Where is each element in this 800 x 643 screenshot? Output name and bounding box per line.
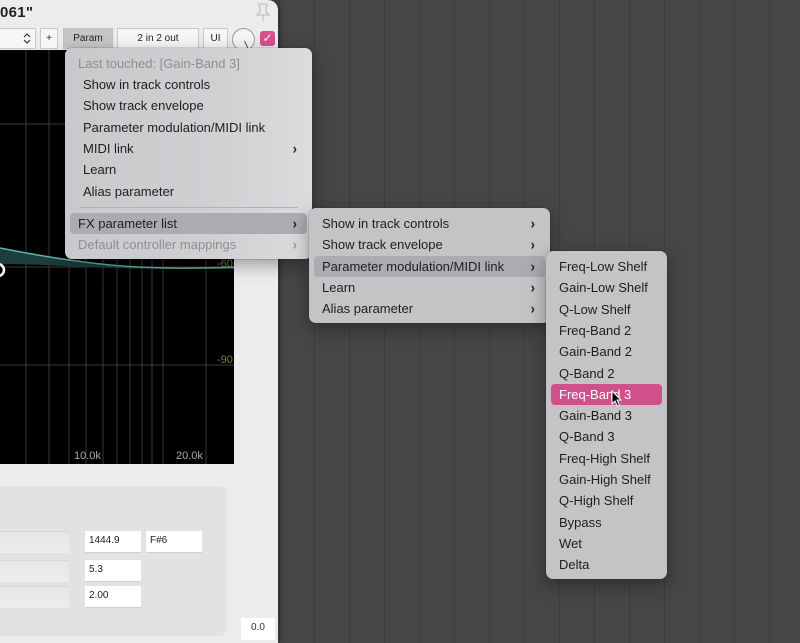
menu-item-label: Show track envelope	[83, 98, 204, 113]
gain-slider[interactable]	[0, 560, 69, 582]
band-controls-panel: 1444.9 F#6 5.3 2.00	[0, 486, 227, 636]
x-tick-label: 20.0k	[176, 450, 203, 462]
pin-icon[interactable]	[254, 2, 272, 22]
menu-item-label: Gain-High Shelf	[559, 472, 651, 487]
menu-separator	[79, 207, 298, 208]
param-list-item[interactable]: Freq-High Shelf	[551, 448, 662, 469]
menu-item-label: Parameter modulation/MIDI link	[83, 120, 266, 135]
mouse-cursor-icon	[611, 390, 623, 408]
menu-header-last-touched: Last touched: [Gain-Band 3]	[78, 56, 240, 71]
chevron-right-icon: ›	[530, 279, 535, 296]
chevron-right-icon: ›	[292, 140, 297, 157]
y-tick-label: -90	[217, 354, 233, 366]
param-list-item[interactable]: Delta	[551, 554, 662, 575]
menu-item-label: Alias parameter	[322, 301, 414, 316]
param-list-item[interactable]: Freq-Band 3	[551, 383, 662, 405]
menu-item-label: Gain-Band 3	[559, 408, 632, 424]
fx-parameter-list-submenu: Show in track controls › Show track envel…	[309, 208, 550, 323]
menu-item-show-track-envelope[interactable]: Show track envelope	[70, 95, 307, 116]
menu-item-label: Alias parameter	[83, 184, 175, 199]
param-list-item[interactable]: Gain-High Shelf	[551, 469, 662, 490]
fx-toolbar: + Param 2 in 2 out UI ✓	[0, 28, 278, 51]
menu-item-label: Q-High Shelf	[559, 493, 634, 509]
menu-item-fx-parameter-list[interactable]: FX parameter list ›	[70, 213, 307, 234]
chevron-right-icon: ›	[530, 236, 535, 253]
gain-value-field[interactable]: 5.3	[85, 560, 141, 582]
menu-item-alias-parameter[interactable]: Alias parameter	[70, 181, 307, 202]
chevron-right-icon: ›	[292, 215, 297, 232]
freq-slider[interactable]	[0, 531, 69, 553]
note-value-field[interactable]: F#6	[146, 531, 202, 553]
menu-item-label: Freq-Low Shelf	[559, 259, 648, 274]
param-list-item[interactable]: Bypass	[551, 512, 662, 533]
param-list-item[interactable]: Freq-Low Shelf	[551, 256, 662, 277]
param-list-item[interactable]: Gain-Band 3	[551, 405, 662, 426]
chevron-right-icon: ›	[530, 215, 535, 232]
menu-item-label: Learn	[83, 162, 117, 177]
y-tick-label: -60	[217, 258, 233, 270]
menu-item-learn[interactable]: Learn	[70, 159, 307, 180]
param-list-item[interactable]: Freq-Band 2	[551, 320, 662, 341]
menu-item-label: Q-Band 3	[559, 429, 615, 445]
menu-item-label: Q-Low Shelf	[559, 301, 631, 317]
param-list-item[interactable]: Q-Low Shelf	[551, 299, 662, 320]
io-routing-button[interactable]: 2 in 2 out	[117, 28, 199, 49]
submenu-item-learn[interactable]: Learn ›	[314, 277, 545, 298]
submenu-item-show-track-envelope[interactable]: Show track envelope ›	[314, 234, 545, 255]
enable-checkbox[interactable]: ✓	[260, 31, 275, 46]
menu-item-label: Delta	[559, 557, 590, 573]
param-list-item[interactable]: Q-Band 3	[551, 426, 662, 447]
q-value-field[interactable]: 2.00	[85, 586, 141, 608]
output-value-field[interactable]: 0.0	[241, 618, 275, 640]
chevron-right-icon: ›	[530, 258, 535, 275]
submenu-item-alias-parameter[interactable]: Alias parameter ›	[314, 298, 545, 319]
menu-item-label: Wet	[559, 535, 582, 551]
param-list-item[interactable]: Q-Band 2	[551, 363, 662, 384]
menu-item-parameter-modulation[interactable]: Parameter modulation/MIDI link	[70, 117, 307, 138]
eq-band-handle	[0, 263, 6, 277]
menu-item-label: Gain-Band 2	[559, 344, 632, 360]
menu-item-label: Show in track controls	[83, 77, 211, 92]
menu-item-label: FX parameter list	[78, 216, 177, 231]
param-list-item[interactable]: Wet	[551, 533, 662, 554]
param-list-item[interactable]: Gain-Band 2	[551, 341, 662, 362]
param-list-item[interactable]: Gain-Low Shelf	[551, 277, 662, 298]
menu-item-show-in-track-controls[interactable]: Show in track controls	[70, 74, 307, 95]
menu-item-label: Q-Band 2	[559, 365, 615, 381]
param-context-menu: Last touched: [Gain-Band 3] Show in trac…	[65, 48, 312, 259]
freq-value-field[interactable]: 1444.9	[85, 531, 141, 553]
add-preset-button[interactable]: +	[40, 28, 58, 49]
menu-item-label: Show track envelope	[322, 237, 443, 252]
menu-item-label: Parameter modulation/MIDI link	[322, 259, 505, 274]
ui-button[interactable]: UI	[203, 28, 228, 49]
submenu-item-show-in-track-controls[interactable]: Show in track controls ›	[314, 213, 545, 234]
window-title: 061"	[0, 4, 34, 21]
q-slider[interactable]	[0, 586, 69, 608]
chevron-right-icon: ›	[292, 236, 297, 253]
menu-item-label: Freq-Band 2	[559, 322, 632, 338]
menu-item-label: Freq-High Shelf	[559, 450, 651, 466]
menu-item-label: Default controller mappings	[78, 237, 237, 252]
preset-dropdown[interactable]	[0, 28, 36, 49]
parameter-list-submenu: Freq-Low Shelf Gain-Low Shelf Q-Low Shelf F…	[546, 251, 667, 579]
menu-item-label: Bypass	[559, 514, 602, 530]
menu-item-label: Gain-Low Shelf	[559, 280, 648, 296]
chevron-right-icon: ›	[530, 300, 535, 317]
menu-item-label: MIDI link	[83, 141, 134, 156]
menu-item-label: Learn	[322, 280, 356, 295]
x-tick-label: 10.0k	[74, 450, 101, 462]
checkmark-icon: ✓	[262, 31, 273, 45]
param-list-item[interactable]: Q-High Shelf	[551, 490, 662, 511]
menu-item-label: Show in track controls	[322, 216, 450, 231]
menu-item-midi-link[interactable]: MIDI link ›	[70, 138, 307, 159]
param-button[interactable]: Param	[63, 28, 113, 49]
title-bar[interactable]: 061"	[0, 0, 278, 26]
submenu-item-parameter-modulation[interactable]: Parameter modulation/MIDI link ›	[314, 256, 545, 277]
menu-item-default-controller-mappings: Default controller mappings ›	[70, 234, 307, 255]
